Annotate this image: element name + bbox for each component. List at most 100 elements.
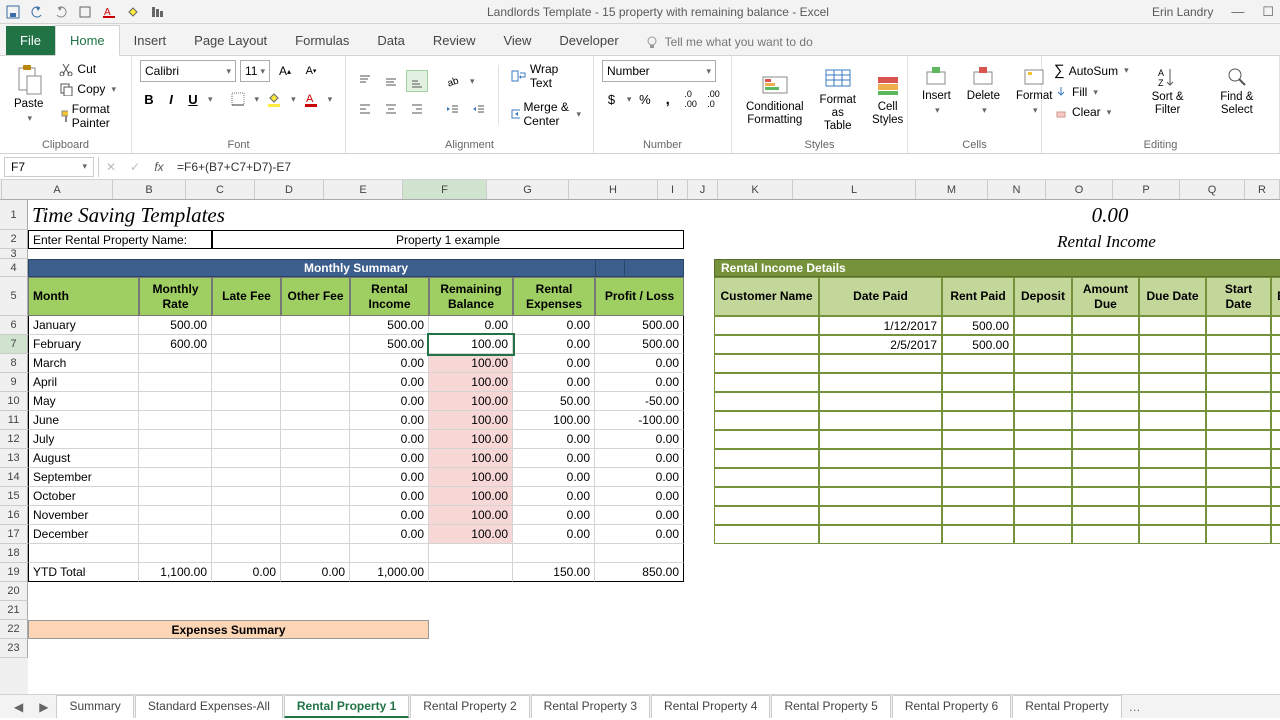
cell-B12[interactable] — [139, 430, 212, 449]
sheet-tab-standard-expenses-all[interactable]: Standard Expenses-All — [135, 695, 283, 718]
autosum-button[interactable]: ∑AutoSum▾ — [1050, 60, 1133, 81]
cell-C7[interactable] — [212, 335, 281, 354]
cell-G13[interactable]: 0.00 — [513, 449, 595, 468]
cell-B6[interactable]: 500.00 — [139, 316, 212, 335]
format-painter-button[interactable]: Format Painter — [55, 100, 123, 132]
tab-page-layout[interactable]: Page Layout — [180, 26, 281, 55]
enter-formula-icon[interactable]: ✓ — [123, 160, 147, 174]
cell-H4[interactable] — [595, 259, 625, 277]
align-middle-icon[interactable] — [380, 70, 402, 92]
cell-grid[interactable]: Time Saving Templates0.00Rental IncomeEn… — [28, 200, 1280, 694]
maximize-icon[interactable]: ☐ — [1262, 4, 1274, 20]
cell-H19[interactable]: 850.00 — [595, 563, 684, 582]
cell-E5[interactable]: Rental Income — [350, 277, 429, 316]
cell-L10[interactable] — [819, 392, 942, 411]
cell-C18[interactable] — [212, 544, 281, 563]
cell-P16[interactable] — [1139, 506, 1206, 525]
cell-E12[interactable]: 0.00 — [350, 430, 429, 449]
cell-D7[interactable] — [281, 335, 350, 354]
percent-icon[interactable]: % — [635, 88, 654, 110]
cell-Q8[interactable] — [1206, 354, 1271, 373]
cell-B18[interactable] — [139, 544, 212, 563]
fill-qat-icon[interactable] — [126, 5, 140, 19]
cell-F19[interactable] — [429, 563, 513, 582]
cell-H15[interactable]: 0.00 — [595, 487, 684, 506]
cell-O12[interactable] — [1072, 430, 1139, 449]
cell-F6[interactable]: 0.00 — [429, 316, 513, 335]
cell-F15[interactable]: 100.00 — [429, 487, 513, 506]
cell-Q7[interactable] — [1206, 335, 1271, 354]
cell-C10[interactable] — [212, 392, 281, 411]
comma-icon[interactable]: , — [658, 88, 677, 110]
cell-N14[interactable] — [1014, 468, 1072, 487]
cell-L7[interactable]: 2/5/2017 — [819, 335, 942, 354]
cell-D6[interactable] — [281, 316, 350, 335]
cell-L12[interactable] — [819, 430, 942, 449]
cell-G14[interactable]: 0.00 — [513, 468, 595, 487]
sheet-tab-rental-property-3[interactable]: Rental Property 3 — [531, 695, 650, 718]
cell-P13[interactable] — [1139, 449, 1206, 468]
cell-O16[interactable] — [1072, 506, 1139, 525]
cell-C17[interactable] — [212, 525, 281, 544]
tab-home[interactable]: Home — [55, 25, 120, 56]
cell-M11[interactable] — [942, 411, 1014, 430]
cell-P11[interactable] — [1139, 411, 1206, 430]
cell-E6[interactable]: 500.00 — [350, 316, 429, 335]
cell-O11[interactable] — [1072, 411, 1139, 430]
cell-P9[interactable] — [1139, 373, 1206, 392]
cell-A12[interactable]: July — [28, 430, 139, 449]
cell-Q12[interactable] — [1206, 430, 1271, 449]
cell-C11[interactable] — [212, 411, 281, 430]
italic-button[interactable]: I — [162, 92, 180, 107]
cell-A22[interactable]: Expenses Summary — [28, 620, 429, 639]
bold-button[interactable]: B — [140, 92, 158, 107]
cell-M7[interactable]: 500.00 — [942, 335, 1014, 354]
insert-cells-button[interactable]: Insert▾ — [916, 60, 957, 120]
cell-N7[interactable] — [1014, 335, 1072, 354]
cell-C14[interactable] — [212, 468, 281, 487]
cell-P15[interactable] — [1139, 487, 1206, 506]
cell-J11[interactable] — [714, 411, 819, 430]
sheet-tab-rental-property-4[interactable]: Rental Property 4 — [651, 695, 770, 718]
cell-B7[interactable]: 600.00 — [139, 335, 212, 354]
align-left-icon[interactable] — [354, 98, 376, 120]
sheet-tab-rental-property-6[interactable]: Rental Property 6 — [892, 695, 1011, 718]
tab-review[interactable]: Review — [419, 26, 490, 55]
cell-J16[interactable] — [714, 506, 819, 525]
cell-J12[interactable] — [714, 430, 819, 449]
cell-F18[interactable] — [429, 544, 513, 563]
cell-A4[interactable]: Monthly Summary — [28, 259, 684, 277]
cell-F16[interactable]: 100.00 — [429, 506, 513, 525]
cell-C12[interactable] — [212, 430, 281, 449]
cell-N17[interactable] — [1014, 525, 1072, 544]
cell-L15[interactable] — [819, 487, 942, 506]
cell-E16[interactable]: 0.00 — [350, 506, 429, 525]
cell-F7[interactable]: 100.00 — [429, 335, 513, 354]
decrease-decimal-icon[interactable]: .00.0 — [704, 88, 723, 110]
cell-E9[interactable]: 0.00 — [350, 373, 429, 392]
cell-C2[interactable]: Property 1 example — [212, 230, 684, 249]
qat-icon-2[interactable] — [150, 5, 164, 19]
cell-A17[interactable]: December — [28, 525, 139, 544]
cell-D10[interactable] — [281, 392, 350, 411]
cell-G12[interactable]: 0.00 — [513, 430, 595, 449]
cell-B10[interactable] — [139, 392, 212, 411]
cell-O8[interactable] — [1072, 354, 1139, 373]
cell-F12[interactable]: 100.00 — [429, 430, 513, 449]
cell-H12[interactable]: 0.00 — [595, 430, 684, 449]
tab-data[interactable]: Data — [363, 26, 418, 55]
cell-H13[interactable]: 0.00 — [595, 449, 684, 468]
fx-icon[interactable]: fx — [147, 160, 171, 174]
cell-F5[interactable]: Remaining Balance — [429, 277, 513, 316]
cell-J14[interactable] — [714, 468, 819, 487]
underline-button[interactable]: U — [184, 92, 202, 107]
cell-P14[interactable] — [1139, 468, 1206, 487]
cell-Q17[interactable] — [1206, 525, 1271, 544]
cell-N9[interactable] — [1014, 373, 1072, 392]
cell-B5[interactable]: Monthly Rate — [139, 277, 212, 316]
cell-H5[interactable]: Profit / Loss — [595, 277, 684, 316]
cell-L5[interactable]: Date Paid — [819, 277, 942, 316]
cell-F14[interactable]: 100.00 — [429, 468, 513, 487]
cell-B11[interactable] — [139, 411, 212, 430]
sheet-tab-summary[interactable]: Summary — [56, 695, 133, 718]
